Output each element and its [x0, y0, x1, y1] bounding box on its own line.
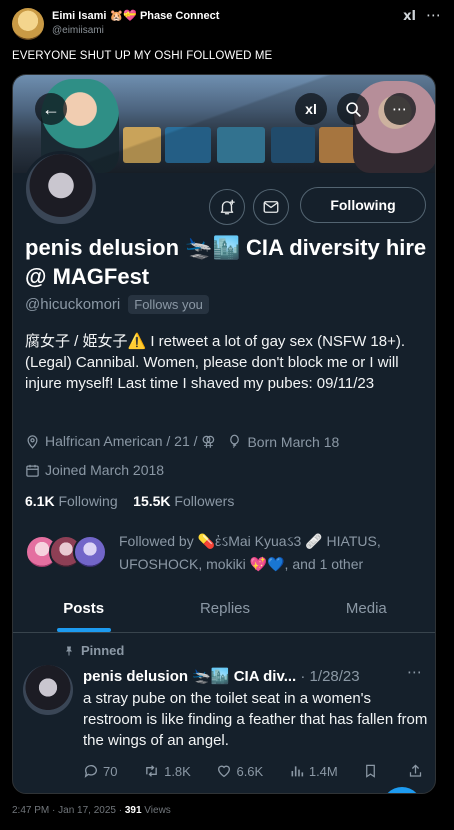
bar-chart-icon [291, 766, 303, 777]
bell-plus-icon [220, 199, 235, 215]
tab-media[interactable]: Media [296, 585, 435, 632]
following-count-link[interactable]: 6.1K Following [25, 493, 118, 509]
author-name[interactable]: Eimi Isami [52, 10, 106, 22]
envelope-icon [263, 201, 279, 213]
repost-icon [146, 765, 157, 777]
more-options-icon[interactable]: ⋯ [407, 663, 423, 681]
avatar[interactable] [73, 535, 107, 569]
reply-count: 70 [103, 763, 118, 779]
more-options-icon[interactable]: ⋯ [426, 6, 442, 24]
tab-replies[interactable]: Replies [154, 585, 295, 632]
following-button[interactable]: Following [300, 187, 426, 223]
bookmark-icon [366, 764, 376, 778]
author-emoji: 🐹💝 [109, 10, 137, 22]
followers-label: Followers [174, 493, 235, 509]
message-button[interactable] [253, 189, 289, 225]
pin-icon [66, 646, 72, 655]
view-count: 391 [124, 805, 142, 816]
author-name-row[interactable]: Eimi Isami 🐹💝 Phase Connect [52, 9, 219, 22]
profile-display-name: penis delusion 🛬🏙️ CIA diversity hire @ … [25, 235, 427, 289]
repost-count: 1.8K [164, 763, 191, 779]
followed-by-avatars[interactable] [25, 535, 109, 571]
post-author[interactable]: penis delusion 🛬🏙️ CIA div... [83, 668, 296, 685]
following-count: 6.1K [25, 493, 55, 509]
profile-handle-row: @hicuckomori Follows you [25, 295, 209, 314]
profile-handle: @hicuckomori [25, 296, 121, 313]
grok-icon[interactable]: xl [295, 93, 327, 125]
tweet-text: EVERYONE SHUT UP MY OSHI FOLLOWED ME [12, 50, 273, 62]
heart-icon [218, 765, 231, 778]
post-actions: 70 1.8K 6.6K 1.4M [83, 763, 427, 779]
back-arrow-icon[interactable]: ← [35, 93, 67, 125]
tab-posts[interactable]: Posts [13, 585, 154, 632]
views-count: 1.4M [308, 763, 338, 779]
pinned-indicator: Pinned [63, 643, 124, 658]
compose-button[interactable] [382, 787, 422, 793]
follow-counts: 6.1K Following 15.5K Followers [25, 493, 234, 509]
profile-tabs: Posts Replies Media [13, 585, 435, 633]
profile-bio: 腐女子 / 姫女子⚠️ I retweet a lot of gay sex (… [25, 333, 406, 392]
search-icon-glyph [345, 101, 361, 117]
followers-count: 15.5K [133, 493, 171, 509]
profile-avatar[interactable] [23, 151, 99, 227]
share-button[interactable] [408, 763, 427, 779]
post-header: penis delusion 🛬🏙️ CIA div... · 1/28/23 [83, 667, 360, 685]
bookmark-button[interactable] [363, 763, 382, 779]
search-icon[interactable] [337, 93, 369, 125]
reply-button[interactable]: 70 [83, 763, 117, 779]
profile-screenshot-card[interactable]: ← xl ⋯ Following penis delusion 🛬🏙️ CIA … [12, 74, 436, 794]
views-label: Views [141, 805, 171, 816]
notification-bell-button[interactable] [209, 189, 245, 225]
grok-icon[interactable]: xl [403, 9, 416, 24]
reply-icon [84, 765, 97, 778]
repost-button[interactable]: 1.8K [143, 763, 191, 779]
profile-location: Halfrican American / 21 / ⚢ [45, 433, 216, 449]
profile-meta-row: Halfrican American / 21 / ⚢ Born March 1… [25, 433, 339, 450]
tweet-footer: 2:47 PM · Jan 17, 2025 · 391 Views [12, 805, 171, 816]
following-label: Following [58, 493, 118, 509]
views-button[interactable]: 1.4M [289, 763, 338, 779]
location-pin-icon [27, 435, 38, 449]
post-text: a stray pube on the toilet seat in a wom… [83, 690, 428, 749]
share-icon [409, 764, 422, 777]
outer-tweet-header: Eimi Isami 🐹💝 Phase Connect @eimiisami x… [12, 6, 442, 42]
balloon-icon [230, 434, 240, 449]
profile-birthday: Born March 18 [247, 433, 340, 450]
avatar[interactable] [23, 665, 73, 715]
author-affiliation[interactable]: Phase Connect [140, 10, 219, 22]
pinned-label: Pinned [81, 643, 125, 658]
like-button[interactable]: 6.6K [216, 763, 263, 779]
more-options-icon[interactable]: ⋯ [384, 93, 416, 125]
profile-joined: Joined March 2018 [45, 462, 165, 478]
like-count: 6.6K [236, 763, 264, 779]
post-date[interactable]: · 1/28/23 [300, 668, 359, 685]
followed-by-text[interactable]: Followed by 💊ἐઽMai Kyuaઽ3 🩹 HIATUS, UFOS… [119, 530, 419, 576]
followers-count-link[interactable]: 15.5K Followers [133, 493, 234, 509]
follows-you-badge: Follows you [128, 295, 209, 314]
profile-meta-row: Joined March 2018 [25, 462, 164, 478]
tweet-timestamp[interactable]: 2:47 PM · Jan 17, 2025 · [12, 805, 125, 816]
author-handle[interactable]: @eimiisami [52, 25, 104, 36]
calendar-icon [26, 464, 39, 477]
avatar[interactable] [12, 8, 44, 40]
